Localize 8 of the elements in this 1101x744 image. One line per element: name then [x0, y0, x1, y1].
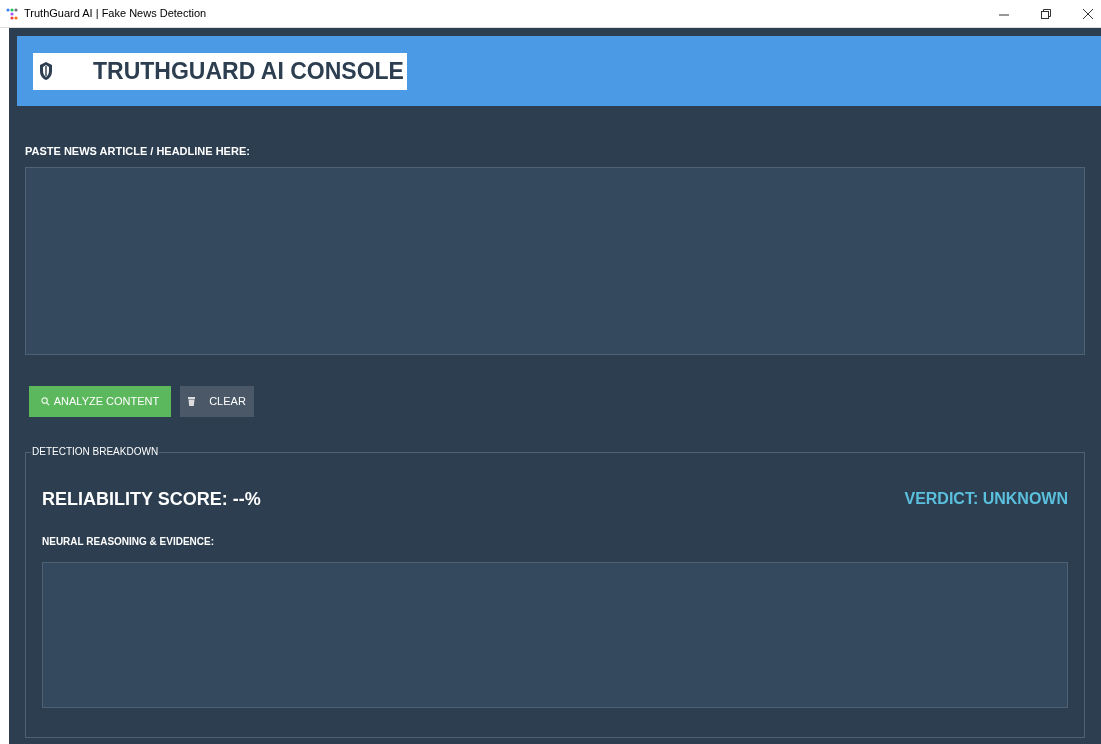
panel-legend: DETECTION BREAKDOWN [31, 445, 160, 458]
reasoning-label: NEURAL REASONING & EVIDENCE: [42, 534, 216, 549]
input-label: PASTE NEWS ARTICLE / HEADLINE HERE: [25, 144, 251, 159]
window-title: TruthGuard AI | Fake News Detection [24, 6, 207, 22]
verdict-text: VERDICT: UNKNOWN [904, 489, 1068, 509]
clear-button[interactable]: CLEAR [180, 385, 254, 417]
app-title: TRUTHGUARD AI CONSOLE [93, 56, 404, 86]
reliability-score: RELIABILITY SCORE: --% [42, 487, 261, 511]
